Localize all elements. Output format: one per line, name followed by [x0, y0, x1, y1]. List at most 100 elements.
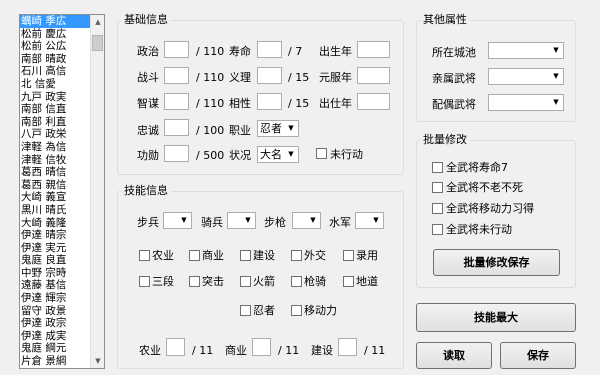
- officer-list-item[interactable]: 黒川 晴氏: [20, 204, 90, 217]
- officer-list-item[interactable]: 南部 利直: [20, 116, 90, 129]
- officer-listbox[interactable]: 蠣崎 季広 松前 慶広 松前 公広 南部 晴政 石川 高信北 信愛 九戸 政実 南部 信直南…: [19, 14, 105, 369]
- skill-spear-cavalry-label: 枪骑: [304, 275, 326, 288]
- inactive-checkbox[interactable]: [316, 148, 327, 159]
- commerce-level-label: 商业: [225, 344, 247, 357]
- officer-list-item[interactable]: 遠藤 基信: [20, 279, 90, 292]
- officer-list-item[interactable]: 九戸 政実: [20, 91, 90, 104]
- leadership-input[interactable]: [257, 41, 282, 58]
- service-year-input[interactable]: [357, 93, 390, 110]
- city-label: 所在城池: [432, 46, 476, 59]
- compatibility-label: 相性: [229, 97, 251, 110]
- batch-save-button[interactable]: 批量修改保存: [433, 249, 560, 276]
- inactive-label: 未行动: [330, 148, 363, 161]
- combat-label: 战斗: [137, 71, 159, 84]
- officer-list-item[interactable]: 蠣崎 季広: [20, 15, 90, 28]
- officer-list-item[interactable]: 伊達 政宗: [20, 317, 90, 330]
- politics-max: / 110: [196, 45, 225, 58]
- profession-select[interactable]: 忍者 ▼: [257, 120, 299, 137]
- infantry-select[interactable]: ▼: [163, 212, 192, 229]
- chevron-down-icon: ▼: [310, 216, 316, 224]
- scroll-down-arrow-icon[interactable]: ▼: [91, 354, 105, 368]
- officer-list-item[interactable]: 留守 政景: [20, 305, 90, 318]
- batch-immortal-checkbox[interactable]: [432, 182, 443, 193]
- gun-select[interactable]: ▼: [292, 212, 321, 229]
- status-label: 状况: [229, 149, 251, 162]
- skill-three-volley-checkbox[interactable]: [139, 276, 150, 287]
- batch-inactive-checkbox[interactable]: [432, 224, 443, 235]
- chevron-down-icon: ▼: [373, 216, 379, 224]
- officer-list-item[interactable]: 鬼庭 綱元: [20, 342, 90, 355]
- merit-max: / 500: [196, 149, 225, 162]
- status-select[interactable]: 大名 ▼: [257, 146, 299, 163]
- officer-list-item[interactable]: 大崎 義隆: [20, 217, 90, 230]
- skill-commerce-checkbox[interactable]: [189, 250, 200, 261]
- skill-ninja-checkbox[interactable]: [240, 305, 251, 316]
- chevron-down-icon: ▼: [245, 216, 251, 224]
- commerce-level-input[interactable]: [252, 338, 271, 356]
- navy-select[interactable]: ▼: [355, 212, 384, 229]
- batch-mobility-checkbox[interactable]: [432, 203, 443, 214]
- officer-list-item[interactable]: 葛西 親信: [20, 179, 90, 192]
- read-button[interactable]: 读取: [416, 342, 492, 369]
- skill-tunnel-checkbox[interactable]: [343, 276, 354, 287]
- construction-level-max: / 11: [364, 344, 386, 357]
- loyalty-input[interactable]: [164, 119, 189, 136]
- commerce-level-max: / 11: [278, 344, 300, 357]
- scroll-up-arrow-icon[interactable]: ▲: [91, 15, 105, 29]
- officer-list-item[interactable]: 伊達 晴宗: [20, 229, 90, 242]
- officer-list-item[interactable]: 八戸 政栄: [20, 128, 90, 141]
- officer-list-item[interactable]: 石川 高信: [20, 65, 90, 78]
- skill-commerce-label: 商业: [202, 249, 224, 262]
- intelligence-input[interactable]: [164, 93, 189, 110]
- spouse-officer-select[interactable]: ▼: [488, 94, 564, 111]
- merit-input[interactable]: [164, 145, 189, 162]
- max-skills-button[interactable]: 技能最大: [416, 303, 576, 332]
- officer-list-item[interactable]: 片倉 景綱: [20, 355, 90, 368]
- skill-recruit-checkbox[interactable]: [343, 250, 354, 261]
- officer-list-item[interactable]: 伊達 実元: [20, 242, 90, 255]
- officer-list-item[interactable]: 南部 晴政: [20, 53, 90, 66]
- city-select[interactable]: ▼: [488, 42, 564, 59]
- skill-diplomacy-checkbox[interactable]: [291, 250, 302, 261]
- compatibility-max: / 15: [288, 97, 310, 110]
- birth-year-label: 出生年: [319, 45, 352, 58]
- officer-list-item[interactable]: 松前 公広: [20, 40, 90, 53]
- skill-charge-checkbox[interactable]: [189, 276, 200, 287]
- intelligence-label: 智谋: [137, 97, 159, 110]
- skill-agriculture-checkbox[interactable]: [139, 250, 150, 261]
- politics-input[interactable]: [164, 41, 189, 58]
- batch-immortal-label: 全武将不老不死: [446, 181, 523, 194]
- skill-spear-cavalry-checkbox[interactable]: [291, 276, 302, 287]
- agriculture-level-label: 农业: [139, 344, 161, 357]
- officer-list-item[interactable]: 南部 信直: [20, 103, 90, 116]
- officer-list-item[interactable]: 鬼庭 良直: [20, 254, 90, 267]
- agriculture-level-input[interactable]: [166, 338, 185, 356]
- officer-list-item[interactable]: 伊達 輝宗: [20, 292, 90, 305]
- officer-list-item[interactable]: 北 信愛: [20, 78, 90, 91]
- skill-construction-checkbox[interactable]: [240, 250, 251, 261]
- compatibility-input[interactable]: [257, 93, 282, 110]
- officer-list-item[interactable]: 葛西 晴信: [20, 166, 90, 179]
- cavalry-select[interactable]: ▼: [227, 212, 256, 229]
- officer-list-item[interactable]: 津軽 信牧: [20, 154, 90, 167]
- relative-officer-label: 亲属武将: [432, 72, 476, 85]
- save-button[interactable]: 保存: [500, 342, 576, 369]
- coming-of-age-year-input[interactable]: [357, 67, 390, 84]
- officer-list-item[interactable]: 中野 宗時: [20, 267, 90, 280]
- list-scrollbar[interactable]: ▲ ▼: [90, 15, 104, 368]
- skill-mobility-checkbox[interactable]: [291, 305, 302, 316]
- officer-list-item[interactable]: 松前 慶広: [20, 28, 90, 41]
- skill-fire-arrow-checkbox[interactable]: [240, 276, 251, 287]
- officer-list-item[interactable]: 伊達 成実: [20, 330, 90, 343]
- scroll-thumb[interactable]: [92, 35, 103, 51]
- relative-officer-select[interactable]: ▼: [488, 68, 564, 85]
- officer-list-item[interactable]: 大崎 義宣: [20, 191, 90, 204]
- righteousness-input[interactable]: [257, 67, 282, 84]
- combat-input[interactable]: [164, 67, 189, 84]
- basic-info-title: 基础信息: [121, 13, 171, 26]
- officer-list-item[interactable]: 津軽 為信: [20, 141, 90, 154]
- construction-level-input[interactable]: [338, 338, 357, 356]
- batch-lifespan-checkbox[interactable]: [432, 162, 443, 173]
- birth-year-input[interactable]: [357, 41, 390, 58]
- skill-fire-arrow-label: 火箭: [253, 275, 275, 288]
